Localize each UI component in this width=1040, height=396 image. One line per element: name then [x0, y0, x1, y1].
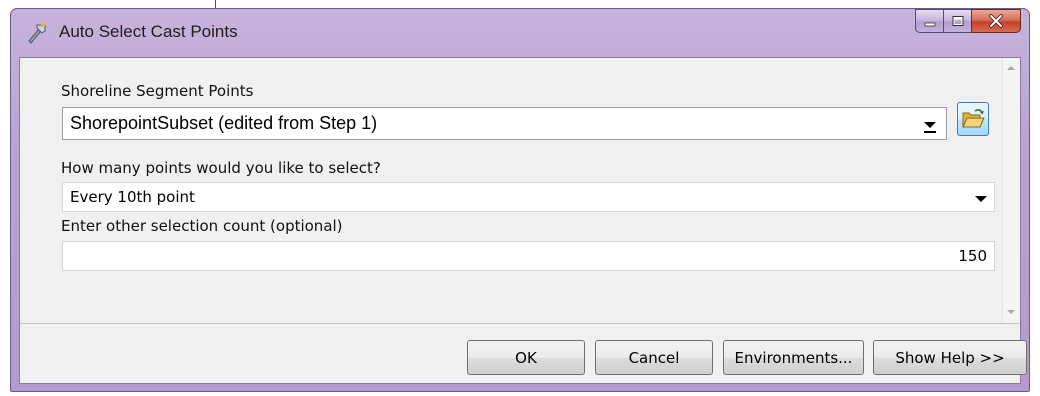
dropdown-arrow-icon[interactable] — [924, 122, 936, 128]
background-line — [215, 0, 216, 8]
maximize-button[interactable] — [943, 9, 971, 33]
dialog-body: Shoreline Segment Points ShorepointSubse… — [19, 57, 1027, 384]
shoreline-segment-points-combobox[interactable]: ShorepointSubset (edited from Step 1) — [62, 107, 947, 140]
close-icon — [989, 14, 1003, 28]
dropdown-underline — [924, 131, 936, 133]
shoreline-segment-points-value: ShorepointSubset (edited from Step 1) — [70, 113, 378, 133]
minimize-icon — [924, 22, 935, 27]
points-to-select-dropdown[interactable]: Every 10th point — [62, 182, 995, 212]
open-folder-icon — [962, 109, 985, 128]
vertical-scrollbar[interactable] — [1002, 58, 1020, 322]
maximize-icon — [952, 16, 963, 26]
selection-count-value: 150 — [958, 247, 987, 265]
shoreline-segment-points-label: Shoreline Segment Points — [61, 82, 254, 100]
points-to-select-label: How many points would you like to select… — [61, 159, 381, 177]
parameters-panel: Shoreline Segment Points ShorepointSubse… — [20, 58, 1020, 324]
cancel-button[interactable]: Cancel — [595, 340, 713, 375]
points-to-select-value: Every 10th point — [70, 188, 195, 206]
selection-count-input[interactable]: 150 — [62, 241, 995, 271]
caption-buttons — [915, 9, 1021, 35]
selection-count-label: Enter other selection count (optional) — [61, 217, 343, 235]
dialog-window: Auto Select Cast Points Shoreline Segmen… — [10, 8, 1030, 392]
scroll-down-icon[interactable] — [1007, 310, 1015, 314]
close-button[interactable] — [971, 9, 1021, 33]
dropdown-arrow-icon[interactable] — [975, 196, 987, 202]
geoprocessing-tool-icon — [25, 21, 49, 45]
minimize-button[interactable] — [915, 9, 943, 33]
window-title: Auto Select Cast Points — [59, 22, 238, 41]
ok-button[interactable]: OK — [467, 340, 585, 375]
environments-button[interactable]: Environments... — [723, 340, 864, 375]
show-help-button[interactable]: Show Help >> — [873, 340, 1027, 375]
browse-folder-button[interactable] — [957, 102, 989, 136]
scroll-up-icon[interactable] — [1007, 66, 1015, 70]
title-bar[interactable]: Auto Select Cast Points — [11, 9, 1029, 59]
